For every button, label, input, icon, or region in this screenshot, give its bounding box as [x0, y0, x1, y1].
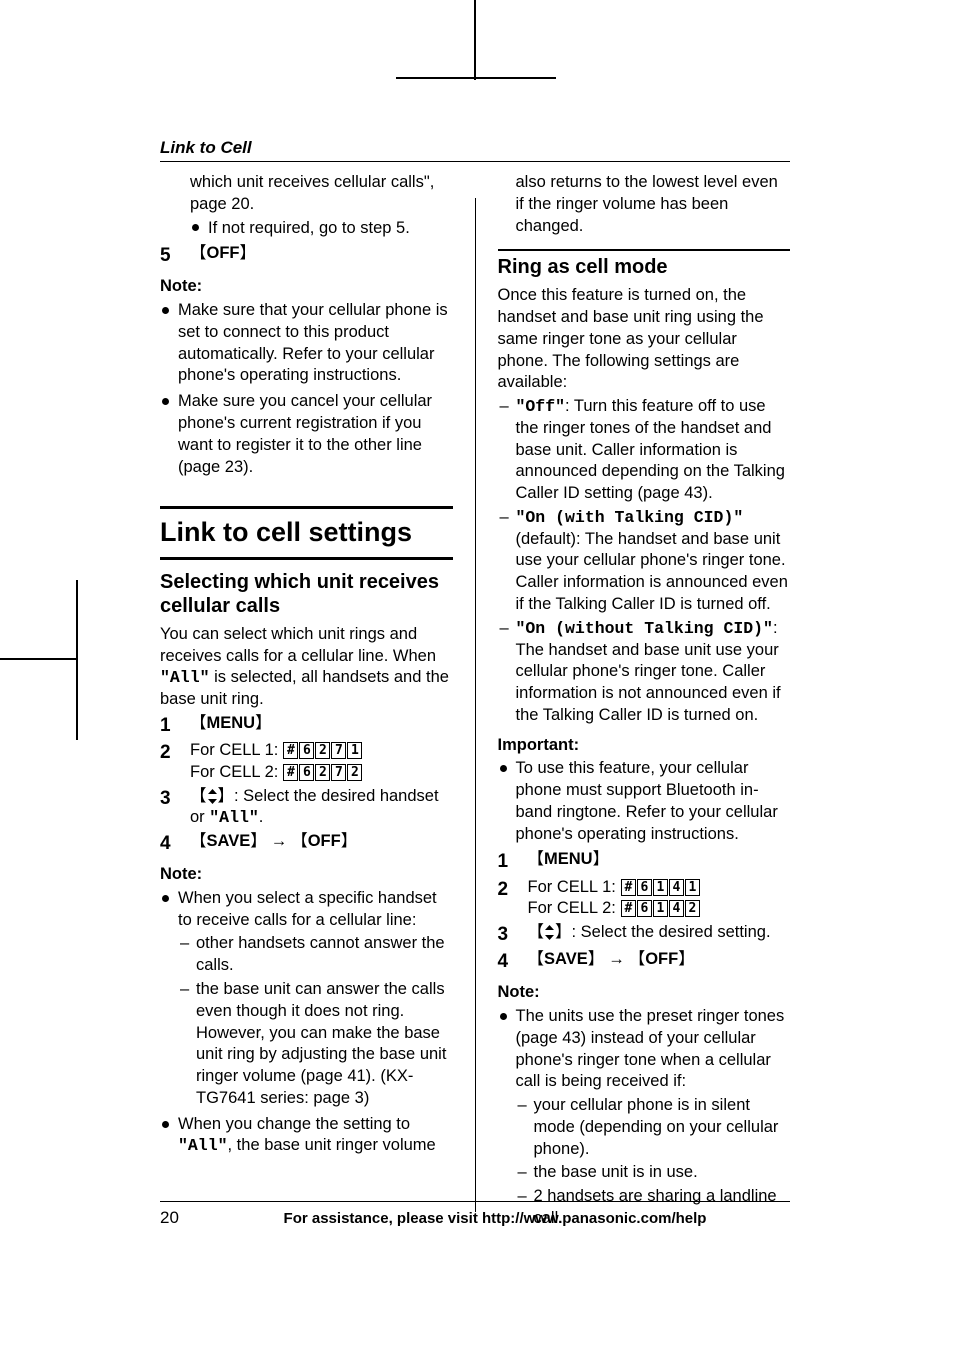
right-column: also returns to the lowest level even if…: [498, 172, 791, 1212]
column-divider: [475, 198, 476, 1212]
rstep-3-num: 3: [498, 922, 528, 947]
section-intro: Once this feature is turned on, the hand…: [498, 285, 791, 394]
note-item: Make sure that your cellular phone is se…: [160, 300, 453, 387]
note-heading: Note:: [160, 864, 453, 886]
rstep-3-body: 【】: Select the desired setting.: [528, 922, 791, 947]
step-4-num: 4: [160, 831, 190, 856]
carryover-text: which unit receives cellular calls", pag…: [160, 172, 453, 216]
option-item: "On (without Talking CID)": The handset …: [498, 618, 791, 727]
rstep-2-body: For CELL 1: #6141 For CELL 2: #6142: [528, 877, 791, 921]
off-button-label: OFF: [645, 950, 678, 968]
menu-button-label: MENU: [544, 850, 593, 868]
navigator-up-down-icon: [544, 923, 555, 941]
note-item: When you change the setting to "All", th…: [160, 1114, 453, 1158]
step-3-num: 3: [160, 786, 190, 830]
key-seq: #6141: [620, 878, 700, 896]
cropmark-top-h: [396, 77, 556, 79]
key-seq: #6142: [620, 899, 700, 917]
step-3-body: 【】: Select the desired handset or "All".: [190, 786, 453, 830]
arrow-right-icon: →: [271, 831, 288, 853]
note-heading: Note:: [160, 276, 453, 298]
rstep-4-num: 4: [498, 949, 528, 974]
sub-title: Selecting which unit receives cellular c…: [160, 570, 453, 618]
off-button-label: OFF: [207, 244, 240, 262]
rstep-2-num: 2: [498, 877, 528, 921]
step-1-num: 1: [160, 713, 190, 738]
cropmark-left-v: [76, 580, 78, 740]
step-2-body: For CELL 1: #6271 For CELL 2: #6272: [190, 740, 453, 784]
important-item: To use this feature, your cellular phone…: [498, 758, 791, 845]
save-button-label: SAVE: [544, 950, 588, 968]
save-button-label: SAVE: [207, 832, 251, 850]
step-5-num: 5: [160, 243, 190, 268]
carryover-right: also returns to the lowest level even if…: [498, 172, 791, 237]
key-seq: #6272: [283, 763, 363, 781]
left-column: which unit receives cellular calls", pag…: [160, 172, 453, 1212]
page-number: 20: [160, 1208, 200, 1228]
section-title: Ring as cell mode: [498, 255, 791, 279]
cropmark-left-h: [0, 658, 78, 660]
note-item: The units use the preset ringer tones (p…: [498, 1006, 791, 1230]
content-area: Link to Cell which unit receives cellula…: [160, 138, 790, 1212]
step-2-num: 2: [160, 740, 190, 784]
footer-text: For assistance, please visit http://www.…: [200, 1210, 790, 1227]
running-head: Link to Cell: [160, 138, 790, 162]
navigator-up-down-icon: [207, 787, 218, 805]
sub-item: your cellular phone is in silent mode (d…: [516, 1095, 791, 1160]
note-item: Make sure you cancel your cellular phone…: [160, 391, 453, 478]
sub-item: other handsets cannot answer the calls.: [178, 933, 453, 977]
carryover-bullet: If not required, go to step 5.: [190, 218, 453, 240]
note-item: When you select a specific handset to re…: [160, 888, 453, 1110]
intro-paragraph: You can select which unit rings and rece…: [160, 624, 453, 711]
important-heading: Important:: [498, 735, 791, 757]
option-item: "Off": Turn this feature off to use the …: [498, 396, 791, 505]
footer: 20 For assistance, please visit http://w…: [160, 1201, 790, 1228]
sub-item: the base unit is in use.: [516, 1162, 791, 1184]
note-heading: Note:: [498, 982, 791, 1004]
option-item: "On (with Talking CID)" (default): The h…: [498, 507, 791, 616]
off-button-label: OFF: [308, 832, 341, 850]
columns: which unit receives cellular calls", pag…: [160, 172, 790, 1212]
cropmark-top-v: [474, 0, 476, 80]
rstep-1-num: 1: [498, 849, 528, 874]
sub-item: the base unit can answer the calls even …: [178, 979, 453, 1110]
key-seq: #6271: [283, 741, 363, 759]
menu-button-label: MENU: [207, 714, 256, 732]
page: Link to Cell which unit receives cellula…: [0, 0, 954, 1360]
topic-title: Link to cell settings: [160, 515, 453, 551]
arrow-right-icon: →: [608, 949, 625, 971]
